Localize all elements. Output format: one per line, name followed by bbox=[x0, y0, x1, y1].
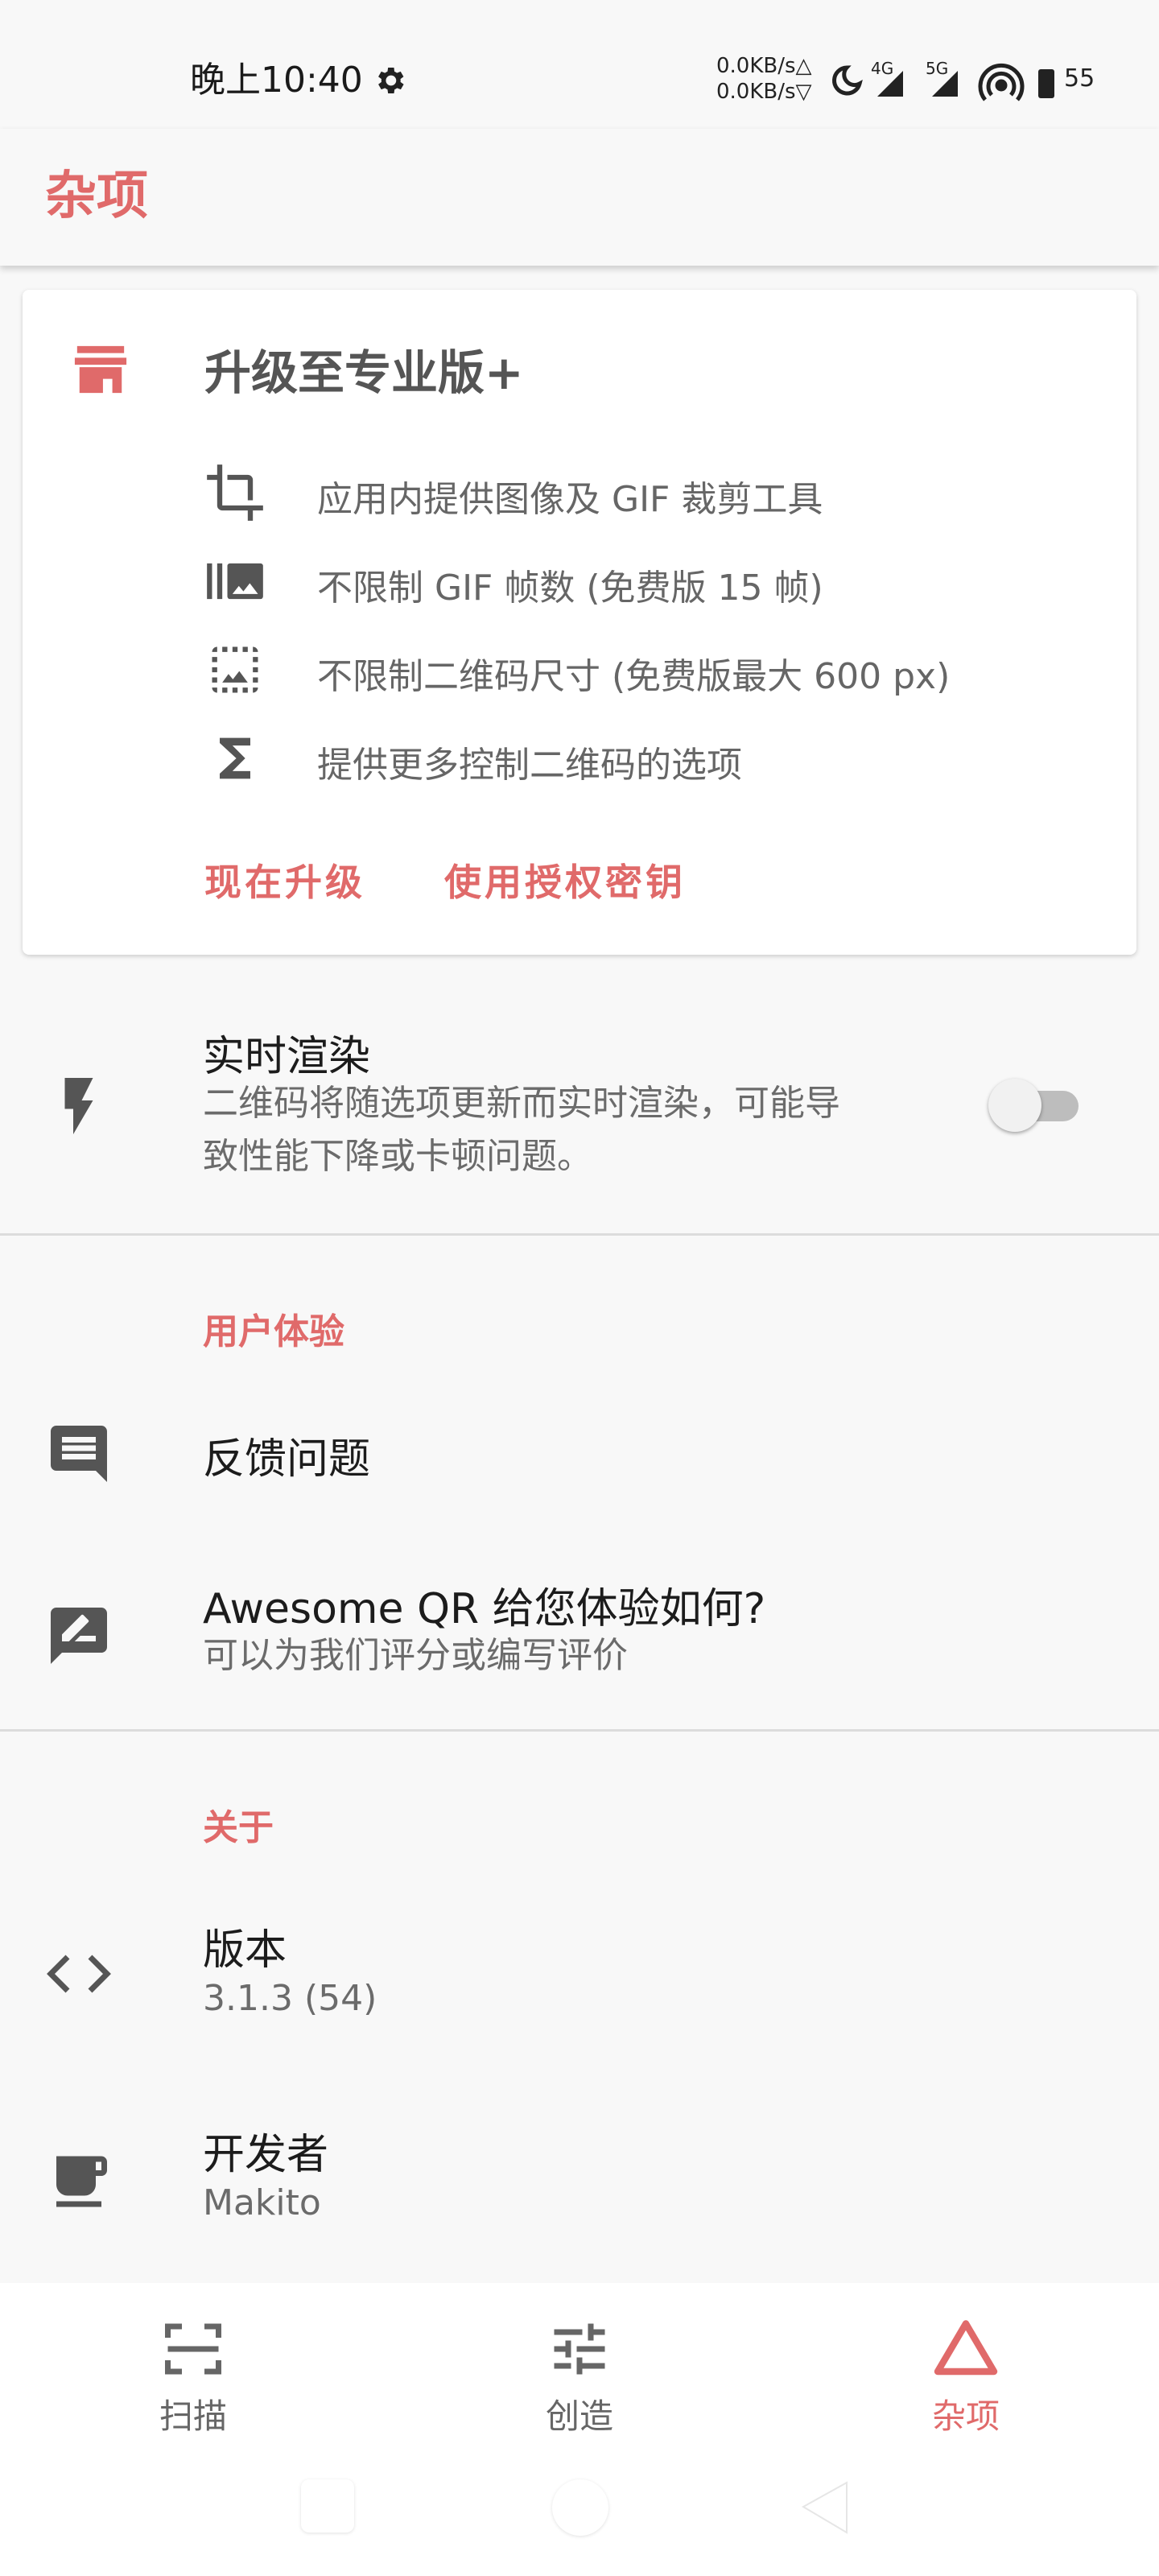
status-icons: 4G 5G bbox=[832, 59, 1054, 101]
triangle-icon bbox=[934, 2320, 998, 2376]
status-bar: 晚上10:40 0.0KB/s△ 0.0KB/s▽ 4G 5G 55 bbox=[0, 0, 1159, 129]
rate-title: Awesome QR 给您体验如何? bbox=[203, 1585, 766, 1633]
store-icon bbox=[74, 345, 127, 394]
feature-gif-frames: 不限制 GIF 帧数 (免费版 15 帧) bbox=[204, 543, 1106, 615]
toggle-thumb bbox=[988, 1079, 1041, 1132]
page-title: 杂项 bbox=[45, 167, 148, 226]
upgrade-now-button[interactable]: 现在升级 bbox=[204, 845, 365, 914]
section-header-about: 关于 bbox=[203, 1807, 274, 1848]
network-speed: 0.0KB/s△ 0.0KB/s▽ bbox=[716, 53, 812, 105]
gif-frames-icon bbox=[207, 563, 263, 600]
nav-tab-scan[interactable]: 扫描 bbox=[97, 2315, 290, 2460]
feedback-title: 反馈问题 bbox=[203, 1435, 371, 1484]
realtime-desc-line2: 致性能下降或卡顿问题。 bbox=[203, 1136, 592, 1177]
rate-review-icon bbox=[51, 1608, 107, 1664]
app-bar: 杂项 bbox=[0, 129, 1159, 266]
upgrade-pro-card: 升级至专业版+ 应用内提供图像及 GIF 裁剪工具 不限制 GIF 帧数 (免费… bbox=[23, 290, 1136, 955]
version-value: 3.1.3 (54) bbox=[203, 1978, 377, 2019]
feature-text: 不限制二维码尺寸 (免费版最大 600 px) bbox=[317, 656, 951, 697]
realtime-desc-line1: 二维码将随选项更新而实时渲染，可能导 bbox=[203, 1083, 840, 1124]
crop-icon bbox=[207, 464, 263, 521]
coffee-cup-icon bbox=[56, 2156, 107, 2207]
signal-4g-label: 4G bbox=[871, 59, 893, 78]
upgrade-title: 升级至专业版+ bbox=[204, 345, 524, 400]
feature-text: 不限制 GIF 帧数 (免费版 15 帧) bbox=[317, 568, 823, 609]
realtime-render-row[interactable]: 实时渲染 二维码将随选项更新而实时渲染，可能导 致性能下降或卡顿问题。 bbox=[0, 979, 1159, 1233]
nav-tab-misc[interactable]: 杂项 bbox=[869, 2315, 1062, 2460]
settings-gear-icon bbox=[378, 68, 404, 93]
code-icon bbox=[47, 1955, 111, 1993]
divider bbox=[0, 1729, 1159, 1732]
feedback-icon bbox=[51, 1426, 107, 1482]
developer-row[interactable]: 开发者 Makito bbox=[0, 2101, 1159, 2270]
battery-icon bbox=[1038, 69, 1054, 98]
nav-label: 扫描 bbox=[159, 2396, 227, 2436]
feature-text: 应用内提供图像及 GIF 裁剪工具 bbox=[317, 479, 823, 520]
nav-tab-create[interactable]: 创造 bbox=[483, 2315, 676, 2460]
feedback-row[interactable]: 反馈问题 bbox=[0, 1377, 1159, 1530]
system-home-button[interactable] bbox=[552, 2479, 608, 2536]
realtime-toggle[interactable] bbox=[988, 1077, 1085, 1133]
battery-level: 55 bbox=[1064, 64, 1095, 93]
rate-app-row[interactable]: Awesome QR 给您体验如何? 可以为我们评分或编写评价 bbox=[0, 1546, 1159, 1731]
feature-text: 提供更多控制二维码的选项 bbox=[317, 745, 742, 786]
nav-label: 杂项 bbox=[931, 2396, 1000, 2436]
version-title: 版本 bbox=[203, 1926, 287, 1975]
net-up-speed: 0.0KB/s△ bbox=[716, 54, 812, 78]
section-header-user-experience: 用户体验 bbox=[203, 1311, 344, 1352]
developer-title: 开发者 bbox=[203, 2131, 329, 2179]
image-size-icon bbox=[212, 646, 258, 693]
feature-more-options: 提供更多控制二维码的选项 bbox=[204, 720, 1106, 792]
system-recents-button[interactable] bbox=[301, 2479, 354, 2533]
nav-label: 创造 bbox=[545, 2396, 613, 2436]
hotspot-icon bbox=[978, 63, 1025, 101]
developer-value: Makito bbox=[203, 2182, 321, 2223]
use-license-key-button[interactable]: 使用授权密钥 bbox=[444, 845, 686, 914]
net-down-speed: 0.0KB/s▽ bbox=[716, 80, 812, 104]
flash-icon bbox=[64, 1078, 93, 1134]
version-row[interactable]: 版本 3.1.3 (54) bbox=[0, 1897, 1159, 2066]
tune-icon bbox=[554, 2323, 605, 2375]
realtime-title: 实时渲染 bbox=[203, 1033, 371, 1081]
signal-5g-label: 5G bbox=[926, 59, 948, 78]
feature-crop: 应用内提供图像及 GIF 裁剪工具 bbox=[204, 454, 1106, 526]
moon-icon bbox=[832, 65, 863, 96]
status-time: 晚上10:40 bbox=[190, 60, 363, 101]
rate-subtitle: 可以为我们评分或编写评价 bbox=[203, 1635, 628, 1676]
divider bbox=[0, 1233, 1159, 1236]
system-back-button[interactable] bbox=[797, 2479, 853, 2536]
sigma-icon bbox=[220, 737, 250, 779]
scan-icon bbox=[165, 2323, 221, 2375]
feature-image-size: 不限制二维码尺寸 (免费版最大 600 px) bbox=[204, 631, 1106, 704]
